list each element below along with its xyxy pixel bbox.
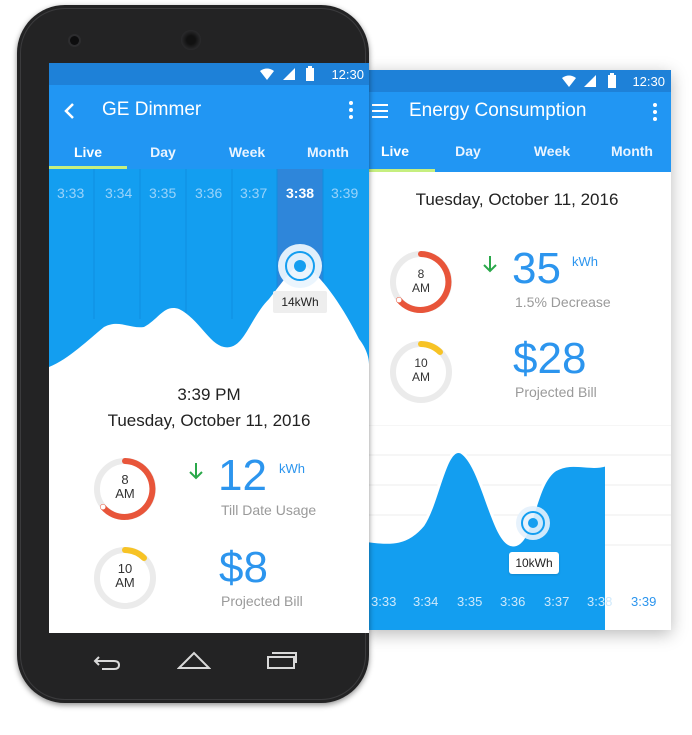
time-tick: 3:39 (631, 594, 657, 609)
front-camera (70, 36, 79, 45)
usage-unit: kWh (572, 254, 598, 269)
status-time: 12:30 (331, 67, 364, 82)
wifi-icon (260, 68, 274, 80)
home-nav-icon[interactable] (177, 650, 211, 670)
app-bar: Energy Consumption (363, 92, 671, 130)
marker-tooltip-label: 14kWh (281, 295, 319, 309)
tab-week[interactable]: Week (519, 130, 585, 172)
bill-value: $8 (219, 543, 268, 592)
tab-day[interactable]: Day (127, 137, 199, 169)
usage-ring-label: 8 AM (115, 472, 135, 501)
usage-unit: kWh (279, 461, 305, 476)
overflow-menu-icon[interactable] (653, 103, 657, 124)
tab-day[interactable]: Day (435, 130, 501, 172)
marker-tooltip: 14kWh (273, 291, 327, 313)
time-tick[interactable]: 3:35 (149, 185, 176, 201)
time-scroller[interactable]: 3:33 3:34 3:35 3:36 3:37 3:38 3:39 (49, 185, 369, 205)
time-tick[interactable]: 3:33 (57, 185, 84, 201)
overflow-menu-icon[interactable] (349, 101, 353, 122)
bill-ring-label: 10 AM (115, 561, 135, 590)
usage-value: 35 (512, 244, 561, 293)
time-tick: 3:36 (500, 594, 526, 609)
time-tick[interactable]: 3:34 (105, 185, 132, 201)
page-title: Energy Consumption (409, 100, 587, 121)
menu-icon[interactable] (372, 104, 388, 118)
battery-icon (608, 73, 616, 88)
status-time: 12:30 (632, 74, 665, 89)
back-arrow-icon[interactable] (63, 102, 75, 120)
energy-consumption-screen: 12:30 Energy Consumption Live Day Week M… (363, 70, 671, 630)
speaker-grill (181, 30, 201, 50)
status-bar: 12:30 (49, 63, 369, 85)
date-label: Tuesday, October 11, 2016 (415, 190, 619, 209)
tab-week[interactable]: Week (211, 137, 283, 169)
current-time: 3:39 PM (177, 385, 241, 404)
down-arrow-icon (483, 256, 497, 273)
bill-ring-label: 10 AM (412, 356, 430, 384)
time-tick-selected[interactable]: 3:38 (286, 185, 314, 201)
android-phone: 12:30 GE Dimmer Live Day Week Month 14kW… (17, 5, 369, 703)
time-tick: 3:38 (587, 594, 613, 609)
down-arrow-icon (189, 463, 203, 480)
time-tick: 3:35 (457, 594, 483, 609)
time-tick[interactable]: 3:36 (195, 185, 222, 201)
current-date: Tuesday, October 11, 2016 (107, 411, 311, 430)
tab-live[interactable]: Live (49, 137, 127, 169)
tab-bar: Live Day Week Month (49, 137, 369, 169)
bill-value: $28 (513, 334, 587, 383)
tab-month[interactable]: Month (292, 137, 364, 169)
app-bar: GE Dimmer (49, 85, 369, 137)
usage-caption: 1.5% Decrease (515, 294, 611, 310)
back-nav-icon[interactable] (90, 652, 122, 670)
recents-nav-icon[interactable] (266, 650, 298, 670)
chart-timeline: 3:33 3:34 3:35 3:36 3:37 3:38 3:39 (363, 594, 671, 614)
bill-caption: Projected Bill (221, 593, 303, 609)
signal-icon (283, 68, 295, 80)
marker-tooltip: 10kWh (509, 552, 559, 574)
tab-month[interactable]: Month (599, 130, 665, 172)
time-tick[interactable]: 3:39 (331, 185, 358, 201)
mockup-stage: 12:30 Energy Consumption Live Day Week M… (0, 0, 692, 735)
ge-dimmer-screen: 12:30 GE Dimmer Live Day Week Month 14kW… (49, 63, 369, 633)
marker-tooltip-label: 10kWh (515, 556, 553, 570)
usage-caption: Till Date Usage (221, 502, 317, 518)
battery-icon (306, 66, 314, 81)
tab-bar: Live Day Week Month (363, 130, 671, 172)
usage-value: 12 (218, 451, 267, 500)
tab-live[interactable]: Live (363, 130, 427, 172)
time-tick: 3:34 (413, 594, 439, 609)
status-bar: 12:30 (363, 70, 671, 92)
wifi-icon (562, 75, 576, 87)
usage-ring-label: 8 AM (412, 267, 430, 295)
page-title: GE Dimmer (102, 99, 202, 120)
time-tick: 3:33 (371, 594, 397, 609)
time-tick: 3:37 (544, 594, 570, 609)
bill-caption: Projected Bill (515, 384, 597, 400)
tab-indicator (363, 169, 435, 172)
signal-icon (584, 75, 596, 87)
time-tick[interactable]: 3:37 (240, 185, 267, 201)
